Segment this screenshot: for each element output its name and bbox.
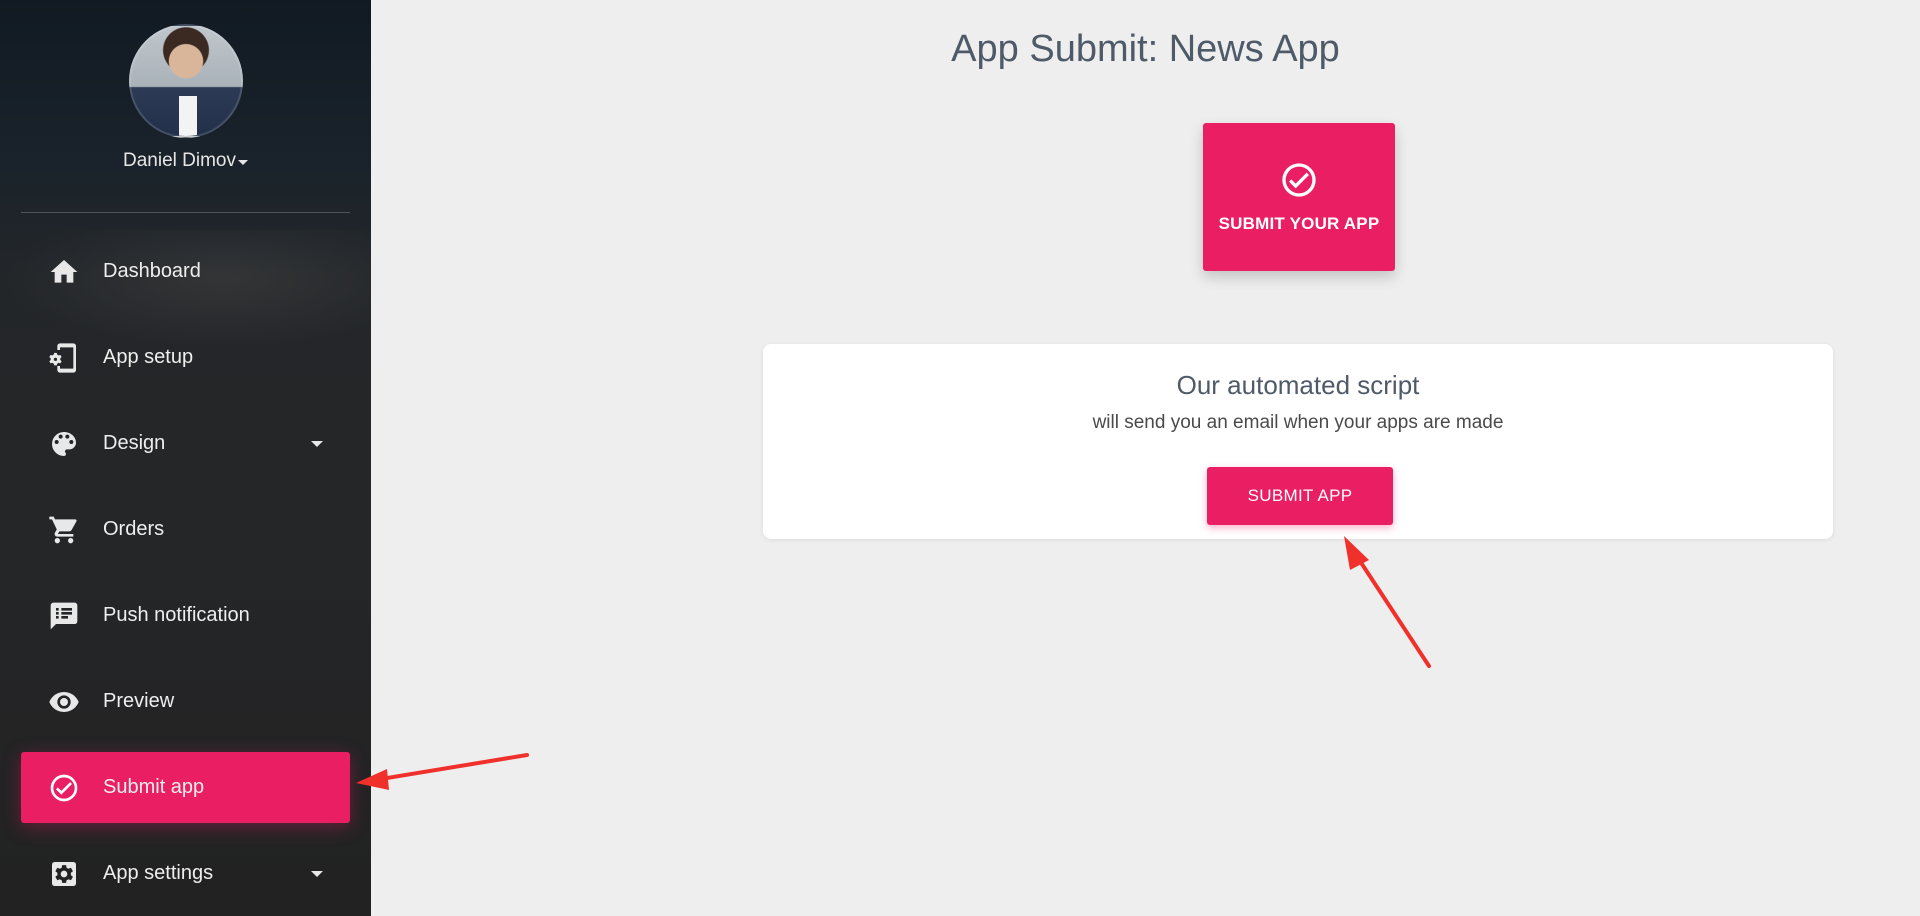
sidebar-item-preview[interactable]: Preview <box>21 666 350 737</box>
sidebar-divider <box>21 212 350 213</box>
sidebar-item-app-setup[interactable]: App setup <box>21 322 350 393</box>
home-icon <box>47 255 81 289</box>
phone-settings-icon <box>47 341 81 375</box>
submit-your-app-label: SUBMIT YOUR APP <box>1218 214 1380 233</box>
user-menu-toggle[interactable]: Daniel Dimov <box>123 150 248 172</box>
caret-down-icon <box>237 159 248 165</box>
settings-icon <box>47 857 81 891</box>
page-title: App Submit: News App <box>951 28 1340 70</box>
sidebar-item-app-settings[interactable]: App settings <box>21 838 350 909</box>
sidebar-nav: Dashboard App setup Design Orders Push n… <box>21 236 350 916</box>
eye-icon <box>47 685 81 719</box>
main-content: App Submit: News App SUBMIT YOUR APP Our… <box>371 0 1920 916</box>
palette-icon <box>47 427 81 461</box>
sidebar-item-label: Design <box>103 432 166 454</box>
sidebar: Daniel Dimov Dashboard App setup Design <box>0 0 371 916</box>
check-circle-icon <box>47 771 81 805</box>
sidebar-item-submit-app[interactable]: Submit app <box>21 752 350 823</box>
card-title: Our automated script <box>1176 370 1420 400</box>
sidebar-item-label: Submit app <box>103 776 205 798</box>
sidebar-item-label: Push notification <box>103 604 250 626</box>
cart-icon <box>47 513 81 547</box>
sidebar-item-label: Preview <box>103 690 175 712</box>
sidebar-item-push-notification[interactable]: Push notification <box>21 580 350 651</box>
card-subtitle: will send you an email when your apps ar… <box>1092 412 1504 433</box>
check-circle-icon <box>1279 160 1319 200</box>
user-name: Daniel Dimov <box>123 150 236 171</box>
avatar[interactable] <box>128 24 243 138</box>
sidebar-item-orders[interactable]: Orders <box>21 494 350 565</box>
sidebar-item-label: App settings <box>103 862 214 884</box>
chevron-down-icon <box>311 871 323 877</box>
sidebar-item-label: Orders <box>103 518 165 540</box>
user-panel: Daniel Dimov <box>0 0 371 213</box>
chevron-down-icon <box>311 441 323 447</box>
message-icon <box>47 599 81 633</box>
sidebar-item-label: App setup <box>103 346 194 368</box>
sidebar-item-design[interactable]: Design <box>21 408 350 479</box>
submit-app-button[interactable]: SUBMIT APP <box>1207 467 1393 525</box>
sidebar-item-label: Dashboard <box>103 260 201 282</box>
submit-your-app-tile[interactable]: SUBMIT YOUR APP <box>1203 123 1395 271</box>
sidebar-item-dashboard[interactable]: Dashboard <box>21 236 350 307</box>
submit-card: Our automated script will send you an em… <box>763 344 1833 539</box>
